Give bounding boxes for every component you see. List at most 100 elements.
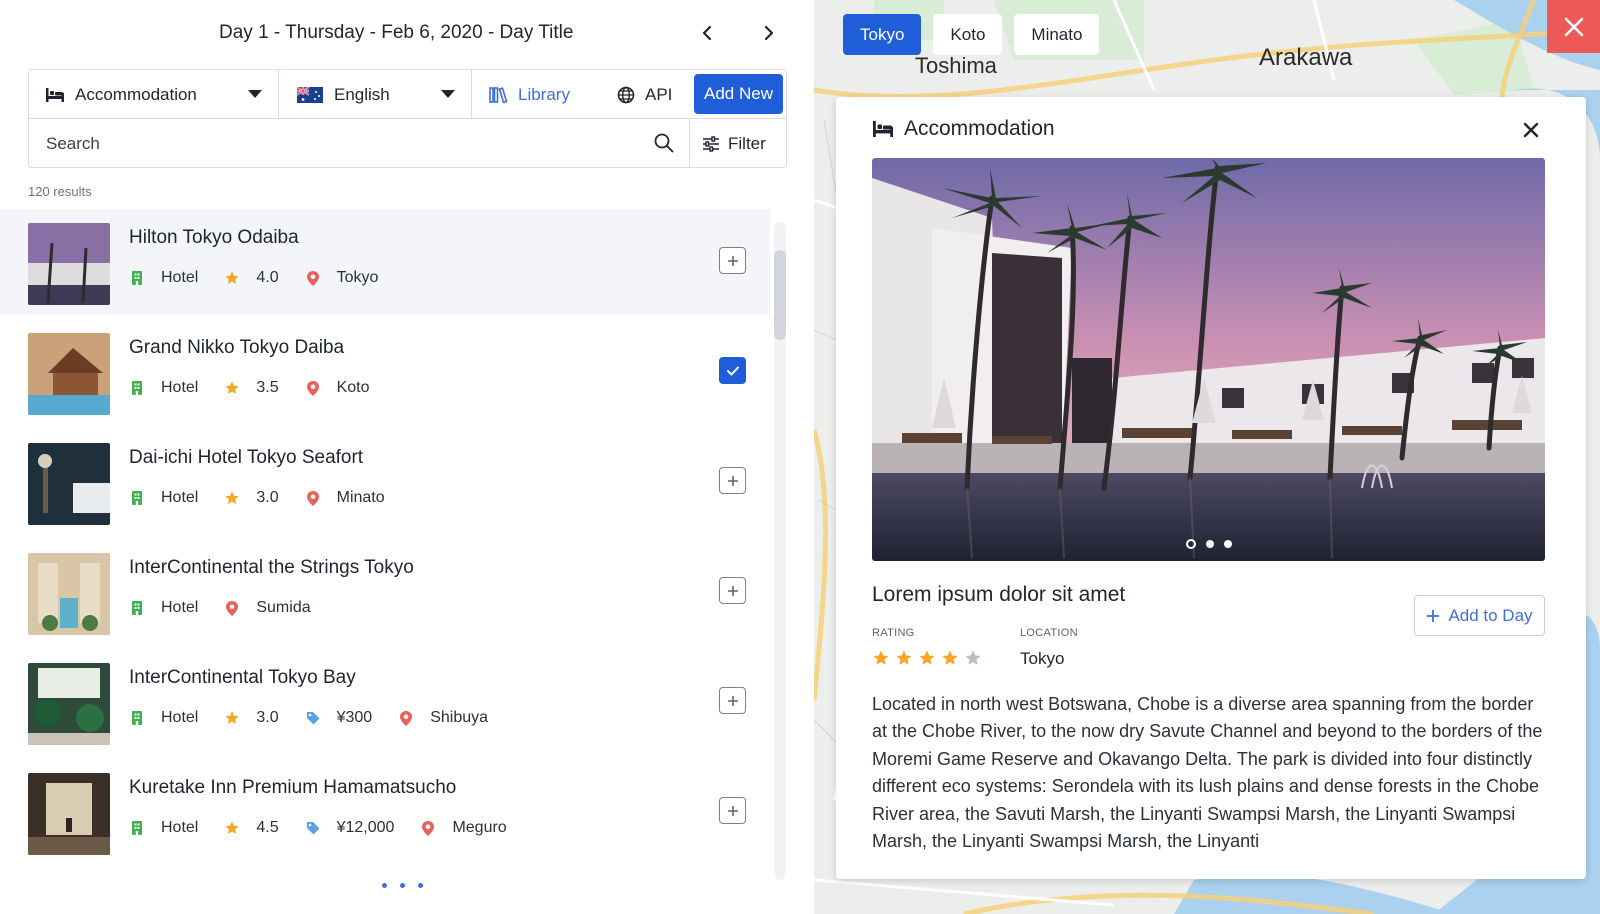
item-type: Hotel [161, 379, 199, 396]
rating-meta: 3.0 [224, 709, 279, 727]
item-name[interactable]: Grand Nikko Tokyo Daiba [129, 337, 344, 359]
star-icon [225, 711, 240, 724]
add-item-button[interactable] [719, 247, 746, 274]
type-meta: Hotel [129, 269, 198, 287]
globe-icon [617, 86, 635, 103]
sliders-icon [703, 135, 719, 152]
price-tag-icon [306, 712, 320, 725]
loading-dots [382, 883, 423, 888]
resort-photo [872, 158, 1545, 561]
location-meta: Meguro [420, 819, 507, 837]
add-item-button[interactable] [719, 687, 746, 714]
type-meta: Hotel [129, 709, 198, 727]
item-meta: Hotel 4.5 ¥12,000 Meguro [129, 819, 533, 837]
location-pin-icon [306, 490, 319, 506]
star-icon [225, 491, 240, 504]
location-label: LOCATION [1020, 627, 1078, 639]
type-meta: Hotel [129, 379, 198, 397]
item-thumbnail [28, 223, 110, 305]
close-icon [1564, 17, 1583, 36]
bed-icon [873, 121, 893, 137]
library-button[interactable]: Library [489, 70, 570, 119]
api-button[interactable]: API [617, 70, 672, 119]
star-icon [225, 271, 240, 284]
star-icon [872, 649, 890, 672]
add-item-button[interactable] [719, 797, 746, 824]
hotel-icon [132, 711, 142, 725]
caret-down-icon [248, 90, 262, 98]
add-to-day-label: Add to Day [1448, 605, 1533, 625]
search-input[interactable]: Search [46, 134, 100, 154]
previous-day-button[interactable] [694, 20, 720, 46]
item-meta: Hotel 3.5 Koto [129, 379, 396, 397]
item-rating: 4.5 [256, 819, 279, 836]
list-item[interactable]: Kuretake Inn Premium Hamamatsucho Hotel 4.… [0, 759, 770, 865]
list-item[interactable]: Dai-ichi Hotel Tokyo Seafort Hotel 3.0 Mina… [0, 429, 770, 535]
hotel-icon [132, 271, 142, 285]
price-meta: ¥300 [305, 709, 372, 727]
chevron-left-icon [702, 25, 712, 41]
item-name[interactable]: InterContinental the Strings Tokyo [129, 557, 414, 579]
star-icon [918, 649, 936, 672]
caret-down-icon [441, 90, 455, 98]
item-meta: Hotel 4.0 Tokyo [129, 269, 404, 287]
item-location: Tokyo [336, 269, 379, 286]
close-map-button[interactable] [1547, 0, 1600, 53]
item-name[interactable]: Dai-ichi Hotel Tokyo Seafort [129, 447, 363, 469]
item-rating: 3.0 [256, 489, 279, 506]
item-name[interactable]: Kuretake Inn Premium Hamamatsucho [129, 777, 456, 799]
scrollbar[interactable] [774, 222, 786, 880]
item-name[interactable]: Hilton Tokyo Odaiba [129, 227, 299, 249]
results-list: Hilton Tokyo Odaiba Hotel 4.0 Tokyo Grand Ni… [0, 209, 770, 869]
item-type: Hotel [161, 489, 199, 506]
chip-koto[interactable]: Koto [933, 14, 1003, 55]
filter-button[interactable]: Filter [689, 119, 787, 168]
hotel-icon [132, 381, 142, 395]
item-type: Hotel [161, 269, 199, 286]
check-icon [726, 366, 739, 375]
list-item[interactable]: InterContinental Tokyo Bay Hotel 3.0 ¥300 Sh… [0, 649, 770, 755]
item-type: Hotel [161, 709, 199, 726]
list-item[interactable]: InterContinental the Strings Tokyo Hotel S… [0, 539, 770, 645]
list-item[interactable]: Hilton Tokyo Odaiba Hotel 4.0 Tokyo [0, 209, 770, 315]
item-meta: Hotel Sumida [129, 599, 337, 617]
carousel-dot[interactable] [1205, 540, 1214, 548]
hotel-icon [132, 491, 142, 505]
location-meta: Minato [305, 489, 385, 507]
search-icon[interactable] [653, 132, 675, 154]
carousel-indicators[interactable] [872, 539, 1545, 549]
language-dropdown[interactable]: English [279, 70, 472, 119]
chip-minato[interactable]: Minato [1014, 14, 1100, 55]
item-name[interactable]: InterContinental Tokyo Bay [129, 667, 356, 689]
detail-card: Accommodation Lorem ipsum dolor sit amet… [836, 97, 1586, 879]
item-thumbnail [28, 333, 110, 415]
location-meta: Shibuya [398, 709, 488, 727]
add-to-day-button[interactable]: Add to Day [1414, 595, 1545, 636]
scroll-thumb[interactable] [774, 250, 786, 340]
library-label: Library [518, 84, 570, 104]
add-new-button[interactable]: Add New [694, 74, 783, 114]
carousel-dot[interactable] [1185, 539, 1196, 549]
category-dropdown[interactable]: Accommodation [29, 70, 279, 119]
close-icon[interactable] [1522, 121, 1540, 139]
add-item-button[interactable] [719, 467, 746, 494]
carousel-dot[interactable] [1223, 540, 1232, 548]
next-day-button[interactable] [756, 20, 782, 46]
detail-image-carousel[interactable] [872, 158, 1545, 561]
list-item[interactable]: Grand Nikko Tokyo Daiba Hotel 3.5 Koto [0, 319, 770, 425]
added-checkbox[interactable] [719, 357, 746, 384]
filter-label: Filter [728, 133, 766, 153]
hotel-icon [132, 601, 142, 615]
detail-title: Lorem ipsum dolor sit amet [872, 583, 1126, 606]
item-thumbnail [28, 773, 110, 855]
location-value: Tokyo [1020, 649, 1065, 668]
australia-flag-icon [297, 86, 323, 103]
rating-meta: 3.5 [224, 379, 279, 397]
add-item-button[interactable] [719, 577, 746, 604]
rating-meta: 3.0 [224, 489, 279, 507]
toolbar-top-row: Accommodation English Library API Add Ne… [29, 70, 786, 119]
item-type: Hotel [161, 599, 199, 616]
chip-tokyo[interactable]: Tokyo [843, 14, 922, 55]
rating-meta: 4.0 [224, 269, 279, 287]
location-pin-icon [306, 270, 319, 286]
